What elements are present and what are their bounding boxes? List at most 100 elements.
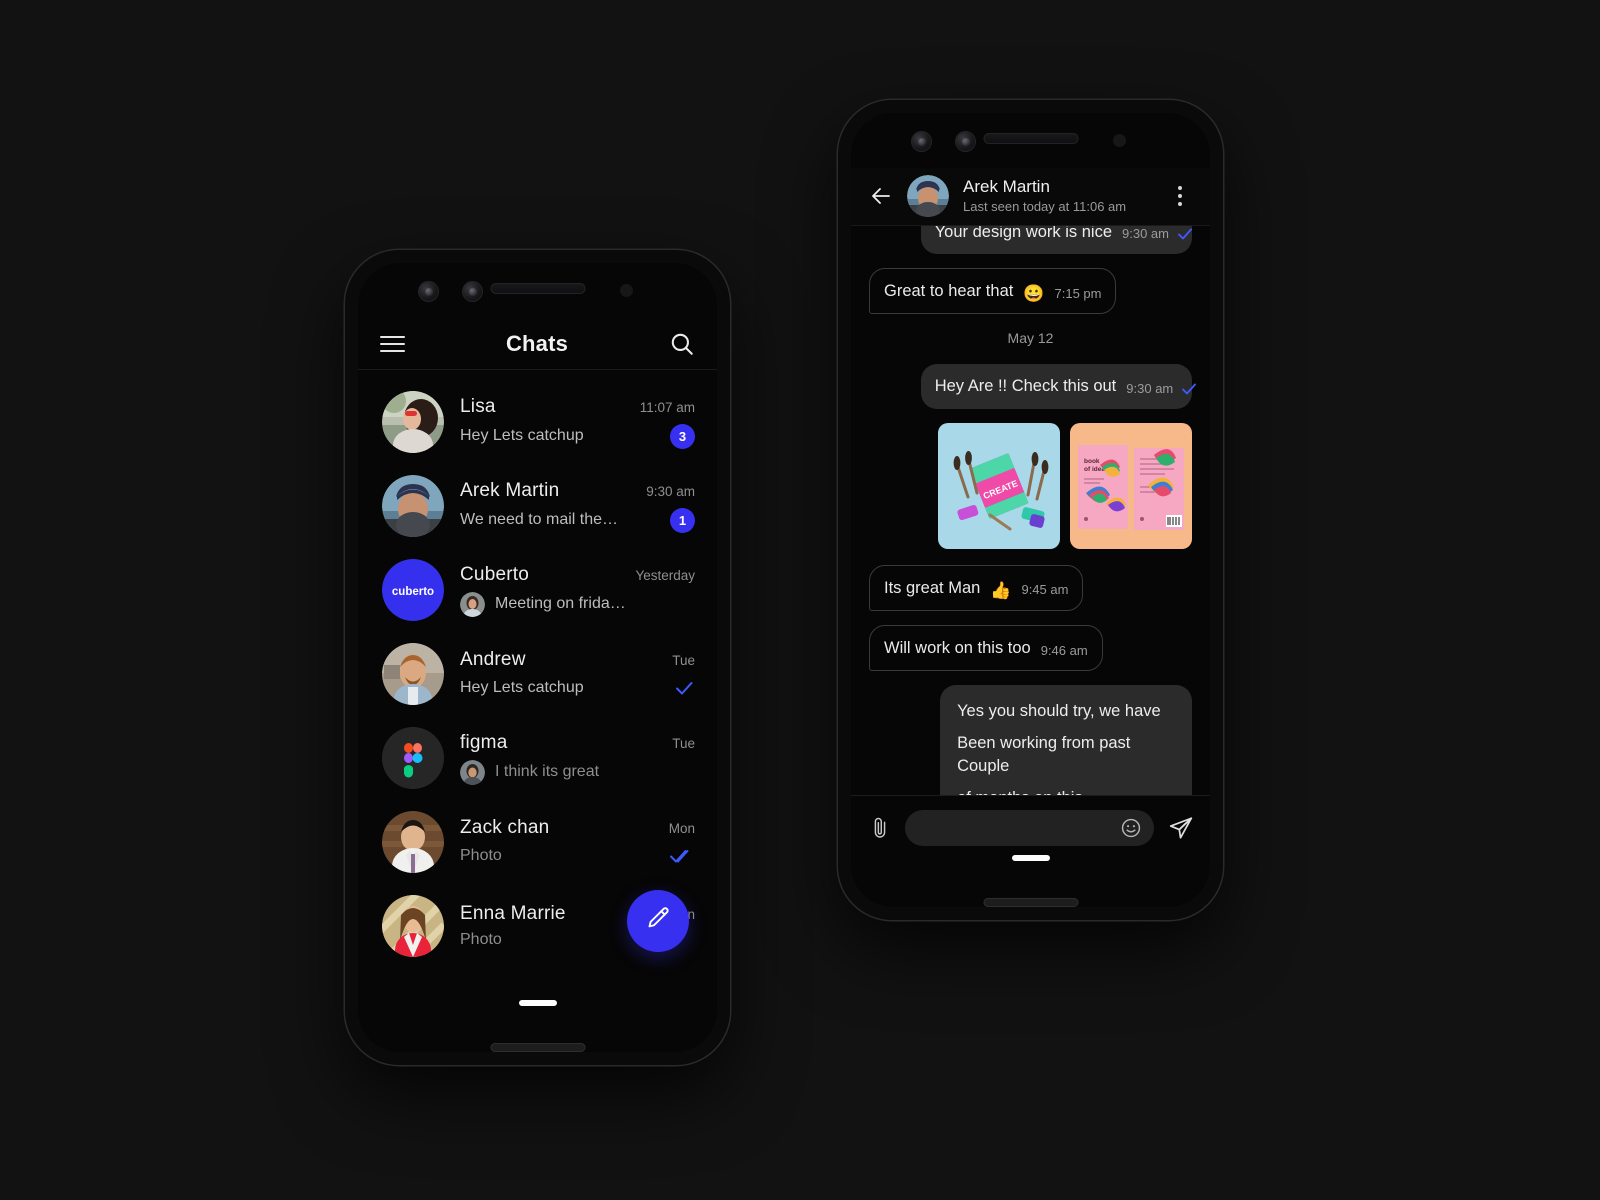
phone-device-chats: Chats Lisa 11:07 am Hey Lets catchup 3 A… (345, 250, 730, 1065)
chat-row-content: Arek Martin 9:30 am We need to mail the…… (460, 480, 695, 533)
thumbs-up-emoji-icon: 👍 (990, 580, 1012, 600)
chat-list-item-lisa[interactable]: Lisa 11:07 am Hey Lets catchup 3 (358, 380, 717, 464)
timestamp: Yesterday (635, 567, 695, 583)
home-indicator (518, 1000, 557, 1006)
message-text: Great to hear that (884, 282, 1014, 300)
phone-device-conversation: Arek Martin Last seen today at 11:06 am … (838, 100, 1223, 920)
message-bubble-outgoing[interactable]: Hey Are !! Check this out 9:30 am (920, 364, 1197, 409)
unread-badge: 1 (670, 507, 695, 533)
media-attachment-group: CREATE book of ideas (869, 422, 1192, 549)
double-check-icon (669, 845, 695, 867)
phone-screen-chats: Chats Lisa 11:07 am Hey Lets catchup 3 A… (358, 263, 717, 1052)
message-preview: Hey Lets catchup (460, 679, 584, 696)
paperclip-icon[interactable] (869, 815, 891, 841)
message-text: Will work on this too (884, 638, 1031, 657)
last-seen-status: Last seen today at 11:06 am (963, 199, 1127, 215)
partial-message-clip: Your design work is nice 9:30 am (869, 226, 1192, 254)
pencil-edit-icon (645, 905, 672, 937)
chat-list-item-cuberto[interactable]: cuberto Cuberto Yesterday Meeting on fri… (358, 548, 717, 632)
timestamp: 9:30 am (646, 483, 695, 499)
media-attachment-book-of-ideas[interactable]: book of ideas (1070, 422, 1192, 549)
svg-text:cuberto: cuberto (392, 586, 434, 598)
avatar (382, 727, 444, 789)
chat-list-item-andrew[interactable]: Andrew Tue Hey Lets catchup (358, 632, 717, 716)
device-sensor-bar (851, 113, 1210, 168)
message-time: 9:46 am (1040, 642, 1088, 658)
chat-row-content: Lisa 11:07 am Hey Lets catchup 3 (460, 396, 695, 449)
chat-list-item-arek-martin[interactable]: Arek Martin 9:30 am We need to mail the…… (358, 464, 717, 548)
message-input-field[interactable] (905, 810, 1154, 846)
chat-list-item-figma[interactable]: figma Tue I think its great (358, 716, 717, 800)
smiley-face-icon[interactable] (1120, 817, 1142, 839)
camera-lens-icon (911, 131, 932, 152)
contact-name: Cuberto (460, 563, 529, 585)
message-text-line-3: of months on this (957, 787, 1175, 795)
camera-lens-icon (418, 281, 439, 302)
chat-list: Lisa 11:07 am Hey Lets catchup 3 Arek Ma… (358, 370, 717, 968)
message-preview: Photo (460, 847, 502, 864)
message-preview: Photo (460, 931, 502, 948)
device-sensor-bar (358, 263, 717, 318)
conversation-contact-meta: Arek Martin Last seen today at 11:06 am (963, 177, 1156, 215)
avatar (382, 811, 444, 873)
back-arrow-icon[interactable] (869, 184, 893, 208)
timestamp: 11:07 am (639, 399, 695, 415)
message-composer (851, 795, 1210, 907)
unread-badge: 3 (670, 423, 695, 449)
contact-name: Lisa (460, 395, 496, 417)
message-input[interactable] (921, 819, 1120, 837)
camera-lens-secondary-icon (955, 131, 976, 152)
proximity-sensor-icon (1113, 134, 1126, 147)
page-title: Chats (505, 330, 569, 356)
double-check-icon (1181, 381, 1201, 397)
avatar (382, 391, 444, 453)
contact-name: Andrew (460, 649, 526, 670)
contact-name: Zack chan (460, 817, 550, 838)
single-check-icon (673, 677, 695, 699)
contact-name: Enna Marrie (460, 903, 566, 924)
timestamp: Tue (672, 653, 695, 668)
message-row: Your design work is nice 9:30 am (869, 226, 1192, 254)
contact-name: figma (460, 731, 508, 753)
message-time: 7:15 pm (1054, 285, 1102, 301)
earpiece-speaker (490, 283, 585, 294)
message-bubble-incoming[interactable]: Its great Man 👍 9:45 am (869, 564, 1084, 611)
search-icon[interactable] (669, 331, 695, 357)
device-bottom-speaker (490, 1043, 585, 1052)
message-text-line-2: Been working from past Couple (957, 734, 1131, 775)
message-time: 9:45 am (1021, 582, 1069, 598)
media-attachment-create-notebook[interactable]: CREATE (938, 422, 1060, 549)
kebab-menu-icon[interactable] (1170, 185, 1190, 206)
message-text: Its great Man (884, 578, 981, 597)
message-row: Yes you should try, we have Been working… (869, 685, 1192, 795)
message-row: Hey Are !! Check this out 9:30 am (869, 364, 1197, 409)
message-row: Will work on this too 9:46 am (869, 624, 1192, 672)
message-bubble-outgoing-link[interactable]: Yes you should try, we have Been working… (940, 685, 1192, 795)
message-preview: Meeting on frida… (495, 595, 626, 612)
message-bubble-incoming[interactable]: Will work on this too 9:46 am (869, 624, 1103, 672)
message-preview: Hey Lets catchup (460, 427, 584, 444)
contact-name: Arek Martin (963, 176, 1050, 196)
message-bubble-incoming[interactable]: Great to hear that 😀 7:15 pm (869, 268, 1117, 315)
composer-bar (869, 810, 1194, 846)
date-separator: May 12 (1007, 330, 1054, 347)
compose-new-chat-button[interactable] (627, 890, 689, 952)
sender-thumbnail-avatar (460, 759, 485, 785)
chat-row-content: figma Tue I think its great (460, 732, 695, 785)
avatar (382, 475, 444, 537)
sender-thumbnail-avatar (460, 591, 485, 617)
contact-name: Arek Martin (460, 479, 560, 501)
conversation-header: Arek Martin Last seen today at 11:06 am (851, 168, 1210, 226)
hamburger-menu-icon[interactable] (380, 335, 405, 352)
message-preview: We need to mail the… (460, 511, 619, 528)
phone-screen-conversation: Arek Martin Last seen today at 11:06 am … (851, 113, 1210, 907)
chat-row-content: Cuberto Yesterday Meeting on frida… (460, 564, 695, 617)
message-thread: Your design work is nice 9:30 am Great t… (851, 168, 1210, 795)
device-bottom-speaker (983, 898, 1078, 907)
proximity-sensor-icon (620, 284, 633, 297)
avatar: cuberto (382, 559, 444, 621)
chat-list-item-zack-chan[interactable]: Zack chan Mon Photo (358, 800, 717, 884)
avatar[interactable] (907, 174, 949, 217)
send-paper-plane-icon[interactable] (1168, 815, 1194, 841)
message-bubble-outgoing[interactable]: Your design work is nice 9:30 am (920, 226, 1192, 254)
